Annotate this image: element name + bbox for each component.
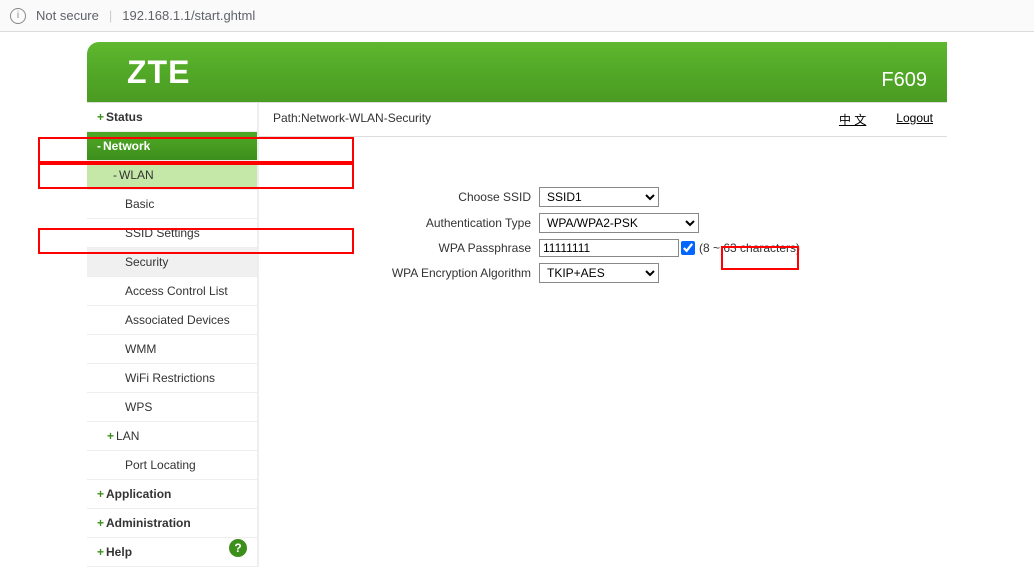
- security-status: Not secure: [36, 8, 99, 23]
- info-icon: i: [10, 8, 26, 24]
- encryption-label: WPA Encryption Algorithm: [279, 266, 539, 280]
- passphrase-hint: (8 ~ 63 characters): [699, 241, 800, 255]
- model-number: F609: [881, 69, 927, 102]
- ssid-select[interactable]: SSID1: [539, 187, 659, 207]
- sidebar-item-wlan[interactable]: -WLAN: [87, 161, 257, 190]
- browser-address-bar: i Not secure | 192.168.1.1/start.ghtml: [0, 0, 1034, 32]
- sidebar-item-administration[interactable]: +Administration: [87, 509, 257, 538]
- sidebar-item-wps[interactable]: WPS: [87, 393, 257, 422]
- passphrase-input[interactable]: [539, 239, 679, 257]
- sidebar-item-application[interactable]: +Application: [87, 480, 257, 509]
- auth-type-label: Authentication Type: [279, 216, 539, 230]
- encryption-select[interactable]: TKIP+AES: [539, 263, 659, 283]
- show-passphrase-checkbox[interactable]: [681, 241, 695, 255]
- content-area: Path:Network-WLAN-Security 中 文 Logout Ch…: [259, 103, 947, 567]
- breadcrumb: Path:Network-WLAN-Security: [273, 111, 431, 128]
- path-bar: Path:Network-WLAN-Security 中 文 Logout: [259, 103, 947, 137]
- sidebar-item-network[interactable]: -Network: [87, 132, 257, 161]
- sidebar-item-lan[interactable]: +LAN: [87, 422, 257, 451]
- sidebar-item-security[interactable]: Security: [87, 248, 257, 277]
- sidebar-item-basic[interactable]: Basic: [87, 190, 257, 219]
- sidebar-item-wmm[interactable]: WMM: [87, 335, 257, 364]
- sidebar: +Status -Network -WLAN Basic SSID Settin…: [87, 103, 259, 567]
- sidebar-item-wifi-restrictions[interactable]: WiFi Restrictions: [87, 364, 257, 393]
- header-banner: ZTE F609: [87, 42, 947, 102]
- sidebar-item-associated-devices[interactable]: Associated Devices: [87, 306, 257, 335]
- logout-link[interactable]: Logout: [896, 111, 933, 128]
- sidebar-item-port-locating[interactable]: Port Locating: [87, 451, 257, 480]
- language-link[interactable]: 中 文: [839, 111, 866, 128]
- security-form: Choose SSID SSID1 Authentication Type WP…: [259, 137, 947, 309]
- ssid-label: Choose SSID: [279, 190, 539, 204]
- passphrase-label: WPA Passphrase: [279, 241, 539, 255]
- help-icon[interactable]: ?: [229, 539, 247, 557]
- sidebar-item-access-control[interactable]: Access Control List: [87, 277, 257, 306]
- sidebar-item-status[interactable]: +Status: [87, 103, 257, 132]
- url-text[interactable]: 192.168.1.1/start.ghtml: [122, 8, 255, 23]
- logo: ZTE: [127, 54, 190, 91]
- sidebar-item-ssid-settings[interactable]: SSID Settings: [87, 219, 257, 248]
- divider: |: [109, 8, 112, 23]
- auth-type-select[interactable]: WPA/WPA2-PSK: [539, 213, 699, 233]
